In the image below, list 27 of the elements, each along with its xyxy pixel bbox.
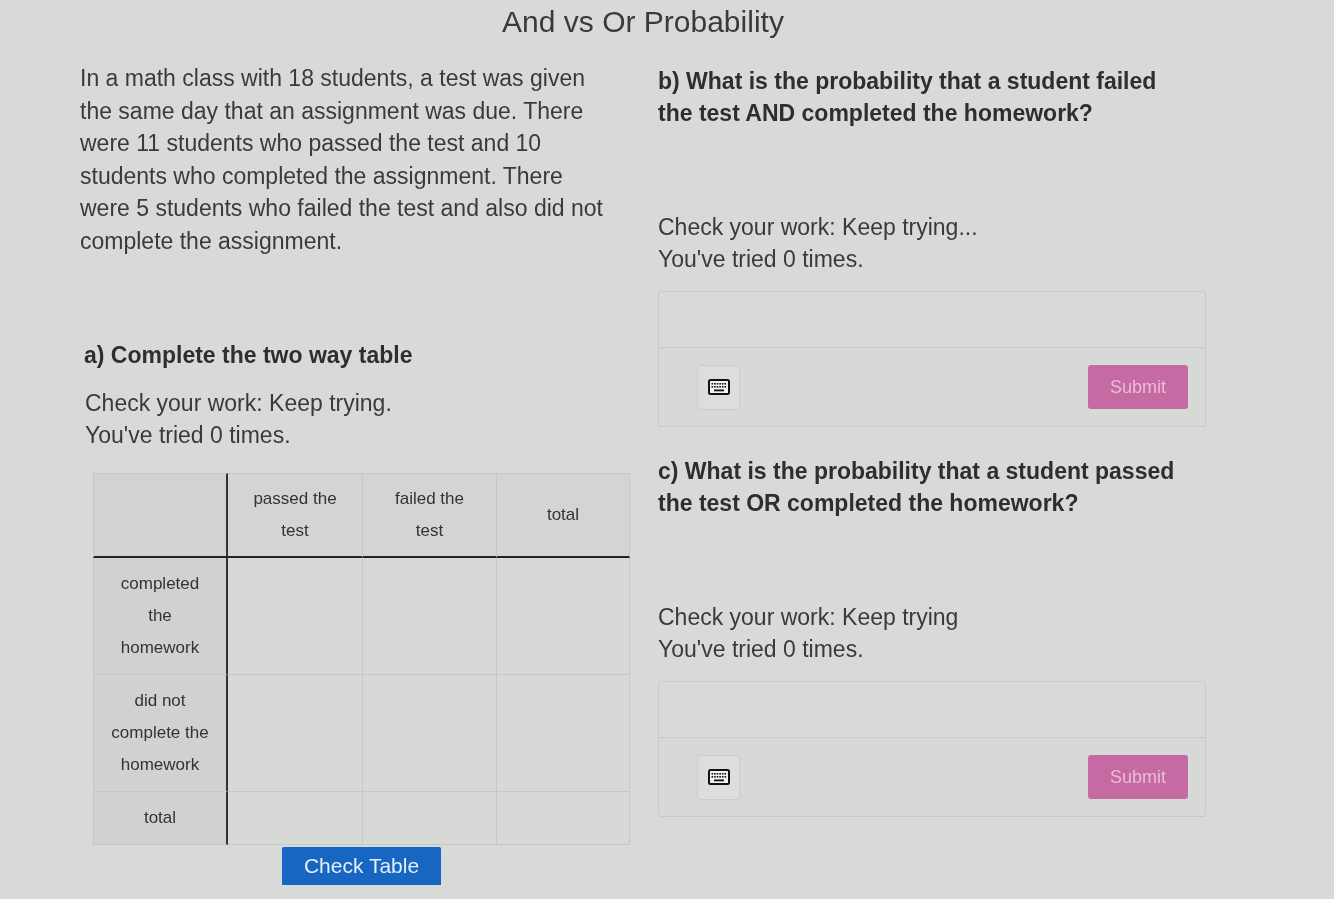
attempts-text: You've tried 0 times. — [85, 421, 292, 450]
attempts-text: You've tried 0 times. — [658, 635, 865, 664]
feedback-text: Check your work: Keep trying... — [658, 213, 979, 242]
keyboard-icon — [707, 769, 730, 785]
row-header: completed the homework — [93, 558, 228, 675]
feedback-text: Check your work: Keep trying. — [85, 389, 393, 418]
row-header: total — [93, 792, 228, 845]
keyboard-button[interactable] — [697, 754, 740, 800]
column-header: failed the test — [363, 473, 497, 558]
page-title: And vs Or Probability — [502, 5, 784, 38]
keyboard-button[interactable] — [697, 364, 740, 410]
row-header: did not complete the homework — [93, 675, 228, 792]
question-text: c) What is the probability that a student passed the test OR completed the homework? — [658, 457, 1176, 518]
table-input-field[interactable] — [497, 558, 630, 675]
problem-text: In a math class with 18 students, a test was given the same day that an assignment was due. There were 11 students who passed the test and 10 students who completed the assignment. There were 5 students who failed the test and also did not complete the assignment. — [80, 64, 604, 256]
table-input-field[interactable] — [228, 675, 363, 792]
table-input-field[interactable] — [228, 792, 363, 845]
attempts-text: You've tried 0 times. — [658, 245, 865, 274]
question-text: b) What is the probability that a student failed the test AND completed the homework? — [658, 67, 1158, 128]
table-input-field[interactable] — [228, 558, 363, 675]
feedback-text: Check your work: Keep trying — [658, 603, 960, 632]
column-header: passed the test — [228, 473, 363, 558]
check-table-button[interactable]: Check Table — [282, 847, 441, 885]
column-header: total — [497, 473, 630, 558]
keyboard-icon — [707, 379, 730, 395]
table-input-field[interactable] — [363, 558, 497, 675]
part-heading: a) Complete the two way table — [84, 341, 414, 370]
